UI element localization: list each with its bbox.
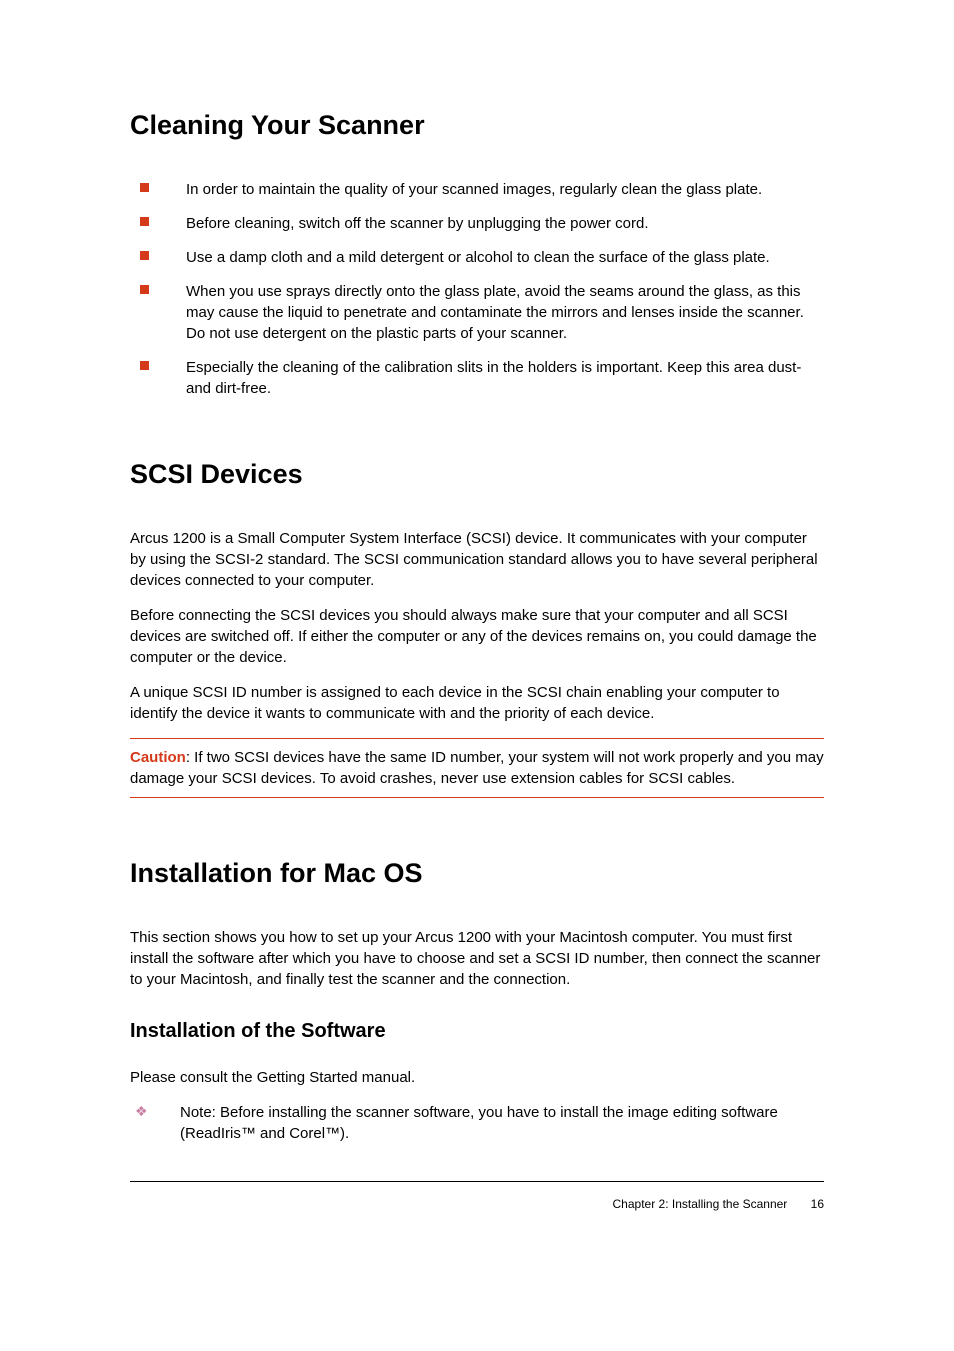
list-item: Especially the cleaning of the calibrati… xyxy=(130,357,824,399)
section-mac: Installation for Mac OS This section sho… xyxy=(130,858,824,1144)
caution-text: Caution: If two SCSI devices have the sa… xyxy=(130,747,824,789)
heading-scsi: SCSI Devices xyxy=(130,459,824,490)
scsi-paragraph: A unique SCSI ID number is assigned to e… xyxy=(130,682,824,724)
list-item: Before cleaning, switch off the scanner … xyxy=(130,213,824,234)
heading-mac: Installation for Mac OS xyxy=(130,858,824,889)
caution-body: : If two SCSI devices have the same ID n… xyxy=(130,749,824,787)
caution-box: Caution: If two SCSI devices have the sa… xyxy=(130,738,824,798)
caution-label: Caution xyxy=(130,749,186,766)
footer-page-number: 16 xyxy=(811,1197,824,1211)
list-item: Note: Before installing the scanner soft… xyxy=(130,1102,824,1144)
footer-chapter: Chapter 2: Installing the Scanner xyxy=(613,1197,788,1211)
scsi-paragraph: Arcus 1200 is a Small Computer System In… xyxy=(130,528,824,591)
list-item: In order to maintain the quality of your… xyxy=(130,179,824,200)
software-text: Please consult the Getting Started manua… xyxy=(130,1067,824,1088)
page-footer: Chapter 2: Installing the Scanner 16 xyxy=(130,1181,824,1211)
heading-cleaning: Cleaning Your Scanner xyxy=(130,110,824,141)
subheading-software: Installation of the Software xyxy=(130,1020,824,1043)
section-scsi: SCSI Devices Arcus 1200 is a Small Compu… xyxy=(130,459,824,798)
list-item: When you use sprays directly onto the gl… xyxy=(130,281,824,344)
mac-intro: This section shows you how to set up you… xyxy=(130,927,824,990)
cleaning-bullet-list: In order to maintain the quality of your… xyxy=(130,179,824,399)
scsi-paragraph: Before connecting the SCSI devices you s… xyxy=(130,605,824,668)
note-list: Note: Before installing the scanner soft… xyxy=(130,1102,824,1144)
list-item: Use a damp cloth and a mild detergent or… xyxy=(130,247,824,268)
section-cleaning: Cleaning Your Scanner In order to mainta… xyxy=(130,110,824,399)
